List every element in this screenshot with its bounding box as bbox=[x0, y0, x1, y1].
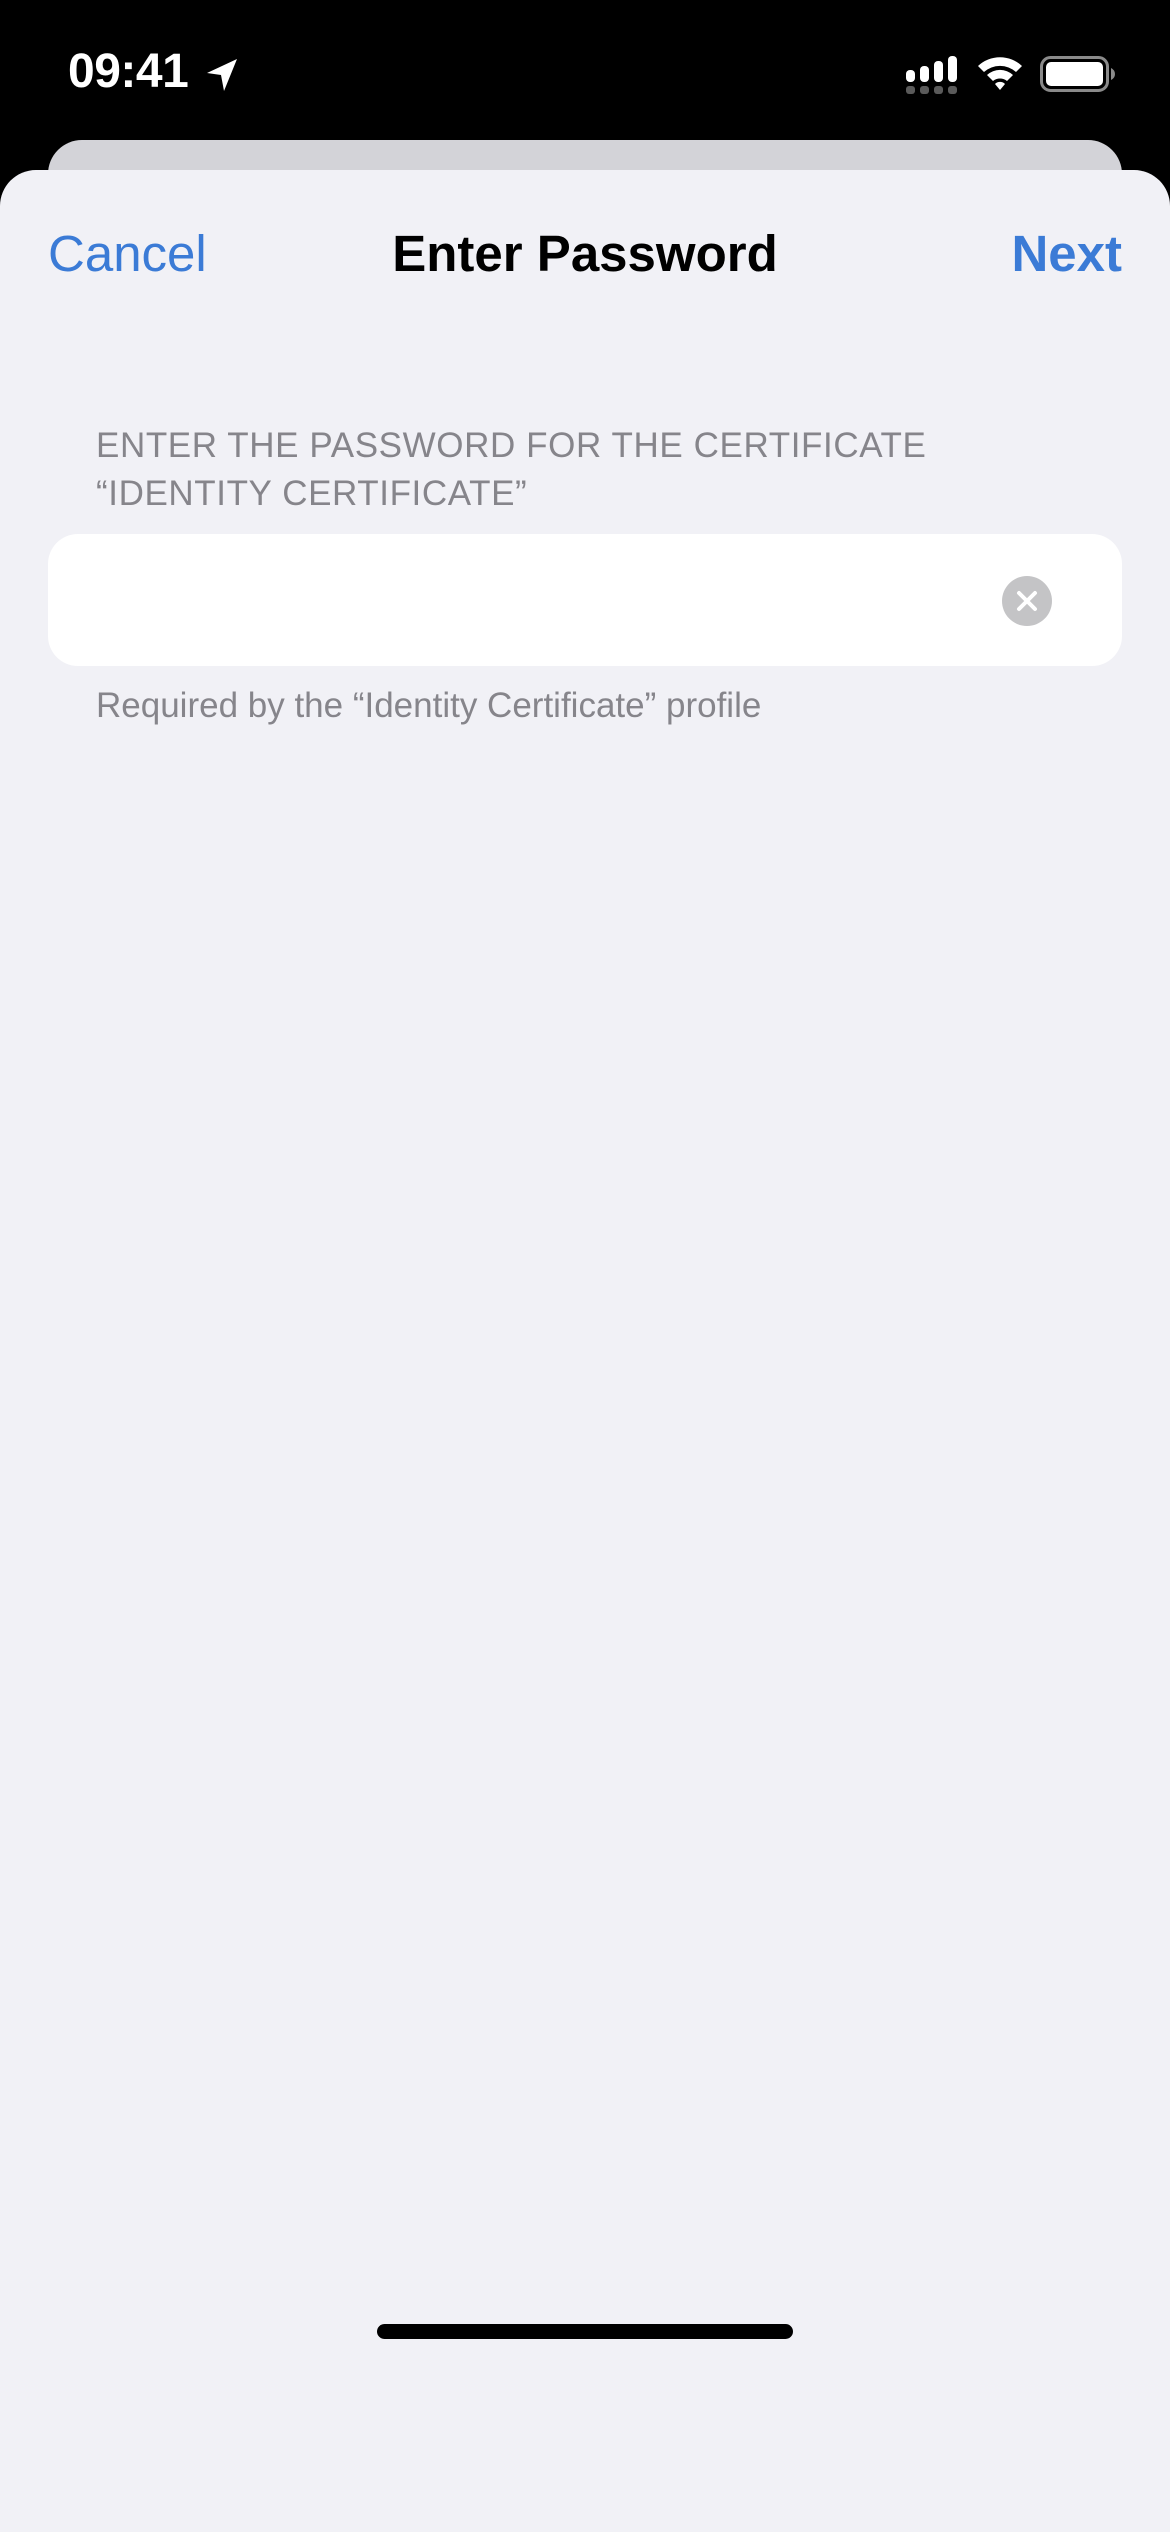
section-footer: Required by the “Identity Certificate” p… bbox=[96, 686, 762, 725]
section-header: ENTER THE PASSWORD FOR THE CERTIFICATE “… bbox=[96, 426, 927, 513]
clear-text-button[interactable] bbox=[1002, 576, 1052, 626]
clear-x-circle-icon bbox=[1017, 591, 1037, 611]
password-input[interactable] bbox=[96, 534, 996, 666]
status-bar: 09:41 bbox=[0, 0, 1170, 140]
status-time: 09:41 bbox=[68, 45, 189, 98]
navigation-bar: Cancel Enter Password Next bbox=[0, 170, 1170, 340]
enter-password-sheet: Cancel Enter Password Next ENTER THE PAS… bbox=[0, 170, 1170, 2532]
wifi-icon bbox=[978, 57, 1022, 90]
cellular-signal-icon bbox=[906, 56, 957, 94]
home-indicator[interactable] bbox=[377, 2324, 793, 2339]
cancel-button[interactable]: Cancel bbox=[48, 224, 207, 283]
screen: 09:41 Cancel Enter Password Next ENTER T… bbox=[0, 0, 1170, 2532]
battery-icon bbox=[1040, 56, 1115, 92]
password-field-cell bbox=[48, 534, 1122, 666]
location-arrow-icon bbox=[207, 59, 237, 91]
next-button[interactable]: Next bbox=[1011, 224, 1122, 283]
